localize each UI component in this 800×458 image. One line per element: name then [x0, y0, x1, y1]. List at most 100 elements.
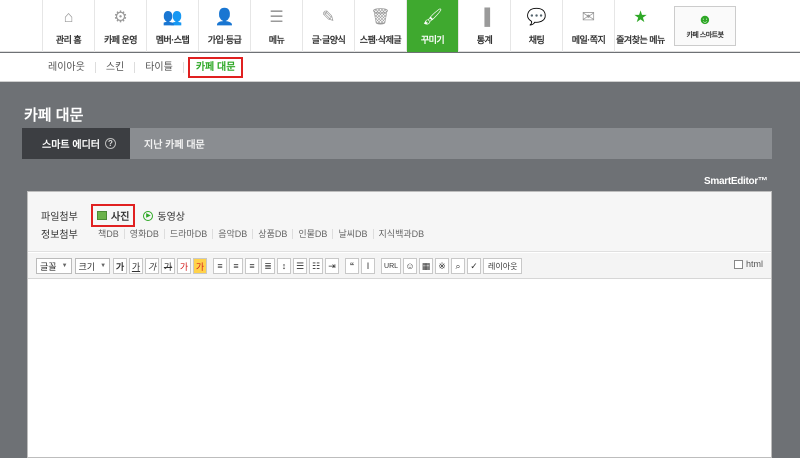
top-menu-item[interactable]: ✎ 글·글양식 [302, 0, 354, 52]
db-movie[interactable]: 영화DB [125, 228, 165, 239]
photo-attach-button[interactable]: 사진 [91, 204, 136, 227]
editor-tabs: 스마트 에디터 ? 지난 카페 대문 [22, 128, 772, 159]
layout-button-label: 레이아웃 [488, 261, 518, 271]
font-select[interactable]: 글꼴 ▼ [36, 258, 72, 274]
top-menu-label: 꾸미기 [420, 35, 445, 45]
top-menu-item[interactable]: ☰ 메뉴 [250, 0, 302, 52]
bold-button[interactable]: 가 [113, 258, 128, 274]
submenu-cafe-front[interactable]: 카페 대문 [187, 57, 244, 78]
video-attach-label: 동영상 [157, 212, 186, 223]
spellcheck-icon[interactable]: ✓ [467, 258, 482, 274]
align-left-icon[interactable]: ≡ [213, 258, 228, 274]
top-menu-label: 즐겨찾는 메뉴 [616, 35, 665, 45]
db-weather[interactable]: 날씨DB [333, 228, 374, 239]
chevron-down-icon: ▼ [100, 263, 107, 269]
emoticon-icon[interactable]: ☺ [403, 258, 418, 274]
chat-icon: 💬 [526, 9, 547, 26]
cafe-smartbot-label: 카페 스마트봇 [686, 32, 724, 39]
db-drama[interactable]: 드라마DB [165, 228, 214, 239]
top-menu-item[interactable]: ▐ 통계 [458, 0, 510, 52]
top-menu-label: 스팸·삭제글 [359, 35, 402, 45]
user-join-icon: 👤 [214, 9, 235, 26]
top-menu: ⌂ 관리 홈 ⚙ 카페 운영 👥 멤버·스탭 👤 가입·등급 ☰ 메뉴 ✎ 글·글양식 🗑 스팸·삭제글 🖌… [42, 0, 736, 52]
html-toggle[interactable]: html [733, 259, 763, 269]
brush-icon: 🖌 [422, 9, 443, 26]
font-color-button[interactable]: 가 [177, 258, 192, 274]
align-justify-icon[interactable]: ≣ [261, 258, 276, 274]
menu-icon: ☰ [269, 9, 284, 26]
photo-icon [97, 211, 107, 220]
top-menu-label: 채팅 [528, 35, 545, 45]
star-icon: ★ [633, 9, 648, 26]
top-menu-item[interactable]: 🗑 스팸·삭제글 [354, 0, 406, 52]
top-menu-label: 통계 [476, 35, 493, 45]
size-select-label: 크기 [78, 261, 96, 272]
submenu-layout[interactable]: 레이아웃 [38, 62, 96, 73]
mail-icon: ✉ [581, 9, 596, 26]
text-cursor-icon[interactable]: I [361, 258, 376, 274]
top-menu-label: 메뉴 [268, 35, 285, 45]
background-color-button[interactable]: 가 [193, 258, 208, 274]
smart-editor-logo: SmartEditor™ [704, 176, 768, 187]
page-title: 카페 대문 [24, 107, 84, 124]
tab-past-cafe-front[interactable]: 지난 카페 대문 [144, 128, 205, 159]
smart-editor: 파일첨부 사진 ▶ 동영상 정보첨부 책DB 영화DB 드라마DB 음악DB 상… [27, 191, 772, 458]
layout-button[interactable]: 레이아웃 [483, 258, 523, 274]
align-center-icon[interactable]: ≡ [229, 258, 244, 274]
quote-icon[interactable]: “ [345, 258, 360, 274]
underline-button[interactable]: 가 [129, 258, 144, 274]
submenu-title[interactable]: 타이틀 [135, 62, 184, 73]
cafe-smartbot-button[interactable]: ☻ 카페 스마트봇 [674, 6, 736, 46]
indent-icon[interactable]: ⇥ [325, 258, 340, 274]
db-encyclopedia[interactable]: 지식백과DB [374, 229, 430, 239]
top-menu-label: 글·글양식 [311, 35, 346, 45]
top-menu-item[interactable]: ⌂ 관리 홈 [42, 0, 94, 52]
top-menu-label: 멤버·스탭 [155, 35, 190, 45]
search-icon[interactable]: ⌕ [451, 258, 466, 274]
top-menu-label: 메일·쪽지 [571, 35, 606, 45]
file-attach-label: 파일첨부 [41, 212, 78, 223]
italic-button[interactable]: 가 [145, 258, 160, 274]
top-menu-item[interactable]: ★ 즐겨찾는 메뉴 [614, 0, 666, 52]
attachment-panel: 파일첨부 사진 ▶ 동영상 정보첨부 책DB 영화DB 드라마DB 음악DB 상… [28, 192, 771, 252]
tab-smart-editor[interactable]: 스마트 에디터 ? [22, 128, 130, 159]
db-product[interactable]: 상품DB [253, 228, 294, 239]
top-menu-item[interactable]: ✉ 메일·쪽지 [562, 0, 614, 52]
bar-chart-icon: ▐ [478, 9, 491, 26]
top-navigation: ⌂ 관리 홈 ⚙ 카페 운영 👥 멤버·스탭 👤 가입·등급 ☰ 메뉴 ✎ 글·글양식 🗑 스팸·삭제글 🖌… [0, 0, 800, 52]
info-attach-label: 정보첨부 [41, 230, 78, 241]
chevron-down-icon: ▼ [61, 263, 68, 269]
top-menu-label: 관리 홈 [55, 35, 82, 45]
db-book[interactable]: 책DB [93, 228, 125, 239]
bullet-list-icon[interactable]: ☰ [293, 258, 308, 274]
numbered-list-icon[interactable]: ☷ [309, 258, 324, 274]
home-icon: ⌂ [63, 9, 74, 26]
size-select[interactable]: 크기 ▼ [74, 258, 111, 274]
editor-toolbar: 글꼴 ▼ 크기 ▼ 가 가 가 가 가 가 ≡ ≡ ≡ ≣ ↕ ☰ ☷ ⇥ “ I … [28, 253, 771, 279]
play-icon: ▶ [143, 210, 154, 221]
top-menu-item[interactable]: 💬 채팅 [510, 0, 562, 52]
db-list: 책DB 영화DB 드라마DB 음악DB 상품DB 인물DB 날씨DB 지식백과D… [93, 228, 430, 239]
db-person[interactable]: 인물DB [293, 228, 334, 239]
editor-content-area[interactable] [28, 280, 771, 457]
submenu-skin[interactable]: 스킨 [96, 62, 136, 73]
help-icon[interactable]: ? [104, 138, 116, 149]
top-menu-item[interactable]: 🖌 꾸미기 [406, 0, 458, 52]
top-menu-label: 가입·등급 [207, 35, 242, 45]
strikethrough-button[interactable]: 가 [161, 258, 176, 274]
tab-smart-editor-label: 스마트 에디터 [42, 140, 100, 151]
top-menu-item[interactable]: 👥 멤버·스탭 [146, 0, 198, 52]
html-label: html [745, 259, 763, 269]
html-checkbox[interactable] [733, 259, 743, 269]
top-menu-item[interactable]: ⚙ 카페 운영 [94, 0, 146, 52]
table-icon[interactable]: ▦ [419, 258, 434, 274]
url-button[interactable]: URL [381, 258, 402, 274]
align-right-icon[interactable]: ≡ [245, 258, 260, 274]
top-menu-item[interactable]: 👤 가입·등급 [198, 0, 250, 52]
video-attach-button[interactable]: ▶ 동영상 [143, 208, 185, 223]
db-music[interactable]: 음악DB [213, 228, 254, 239]
special-char-icon[interactable]: ※ [435, 258, 450, 274]
trash-icon: 🗑 [370, 9, 391, 26]
line-height-icon[interactable]: ↕ [277, 258, 292, 274]
pencil-icon: ✎ [321, 9, 336, 26]
